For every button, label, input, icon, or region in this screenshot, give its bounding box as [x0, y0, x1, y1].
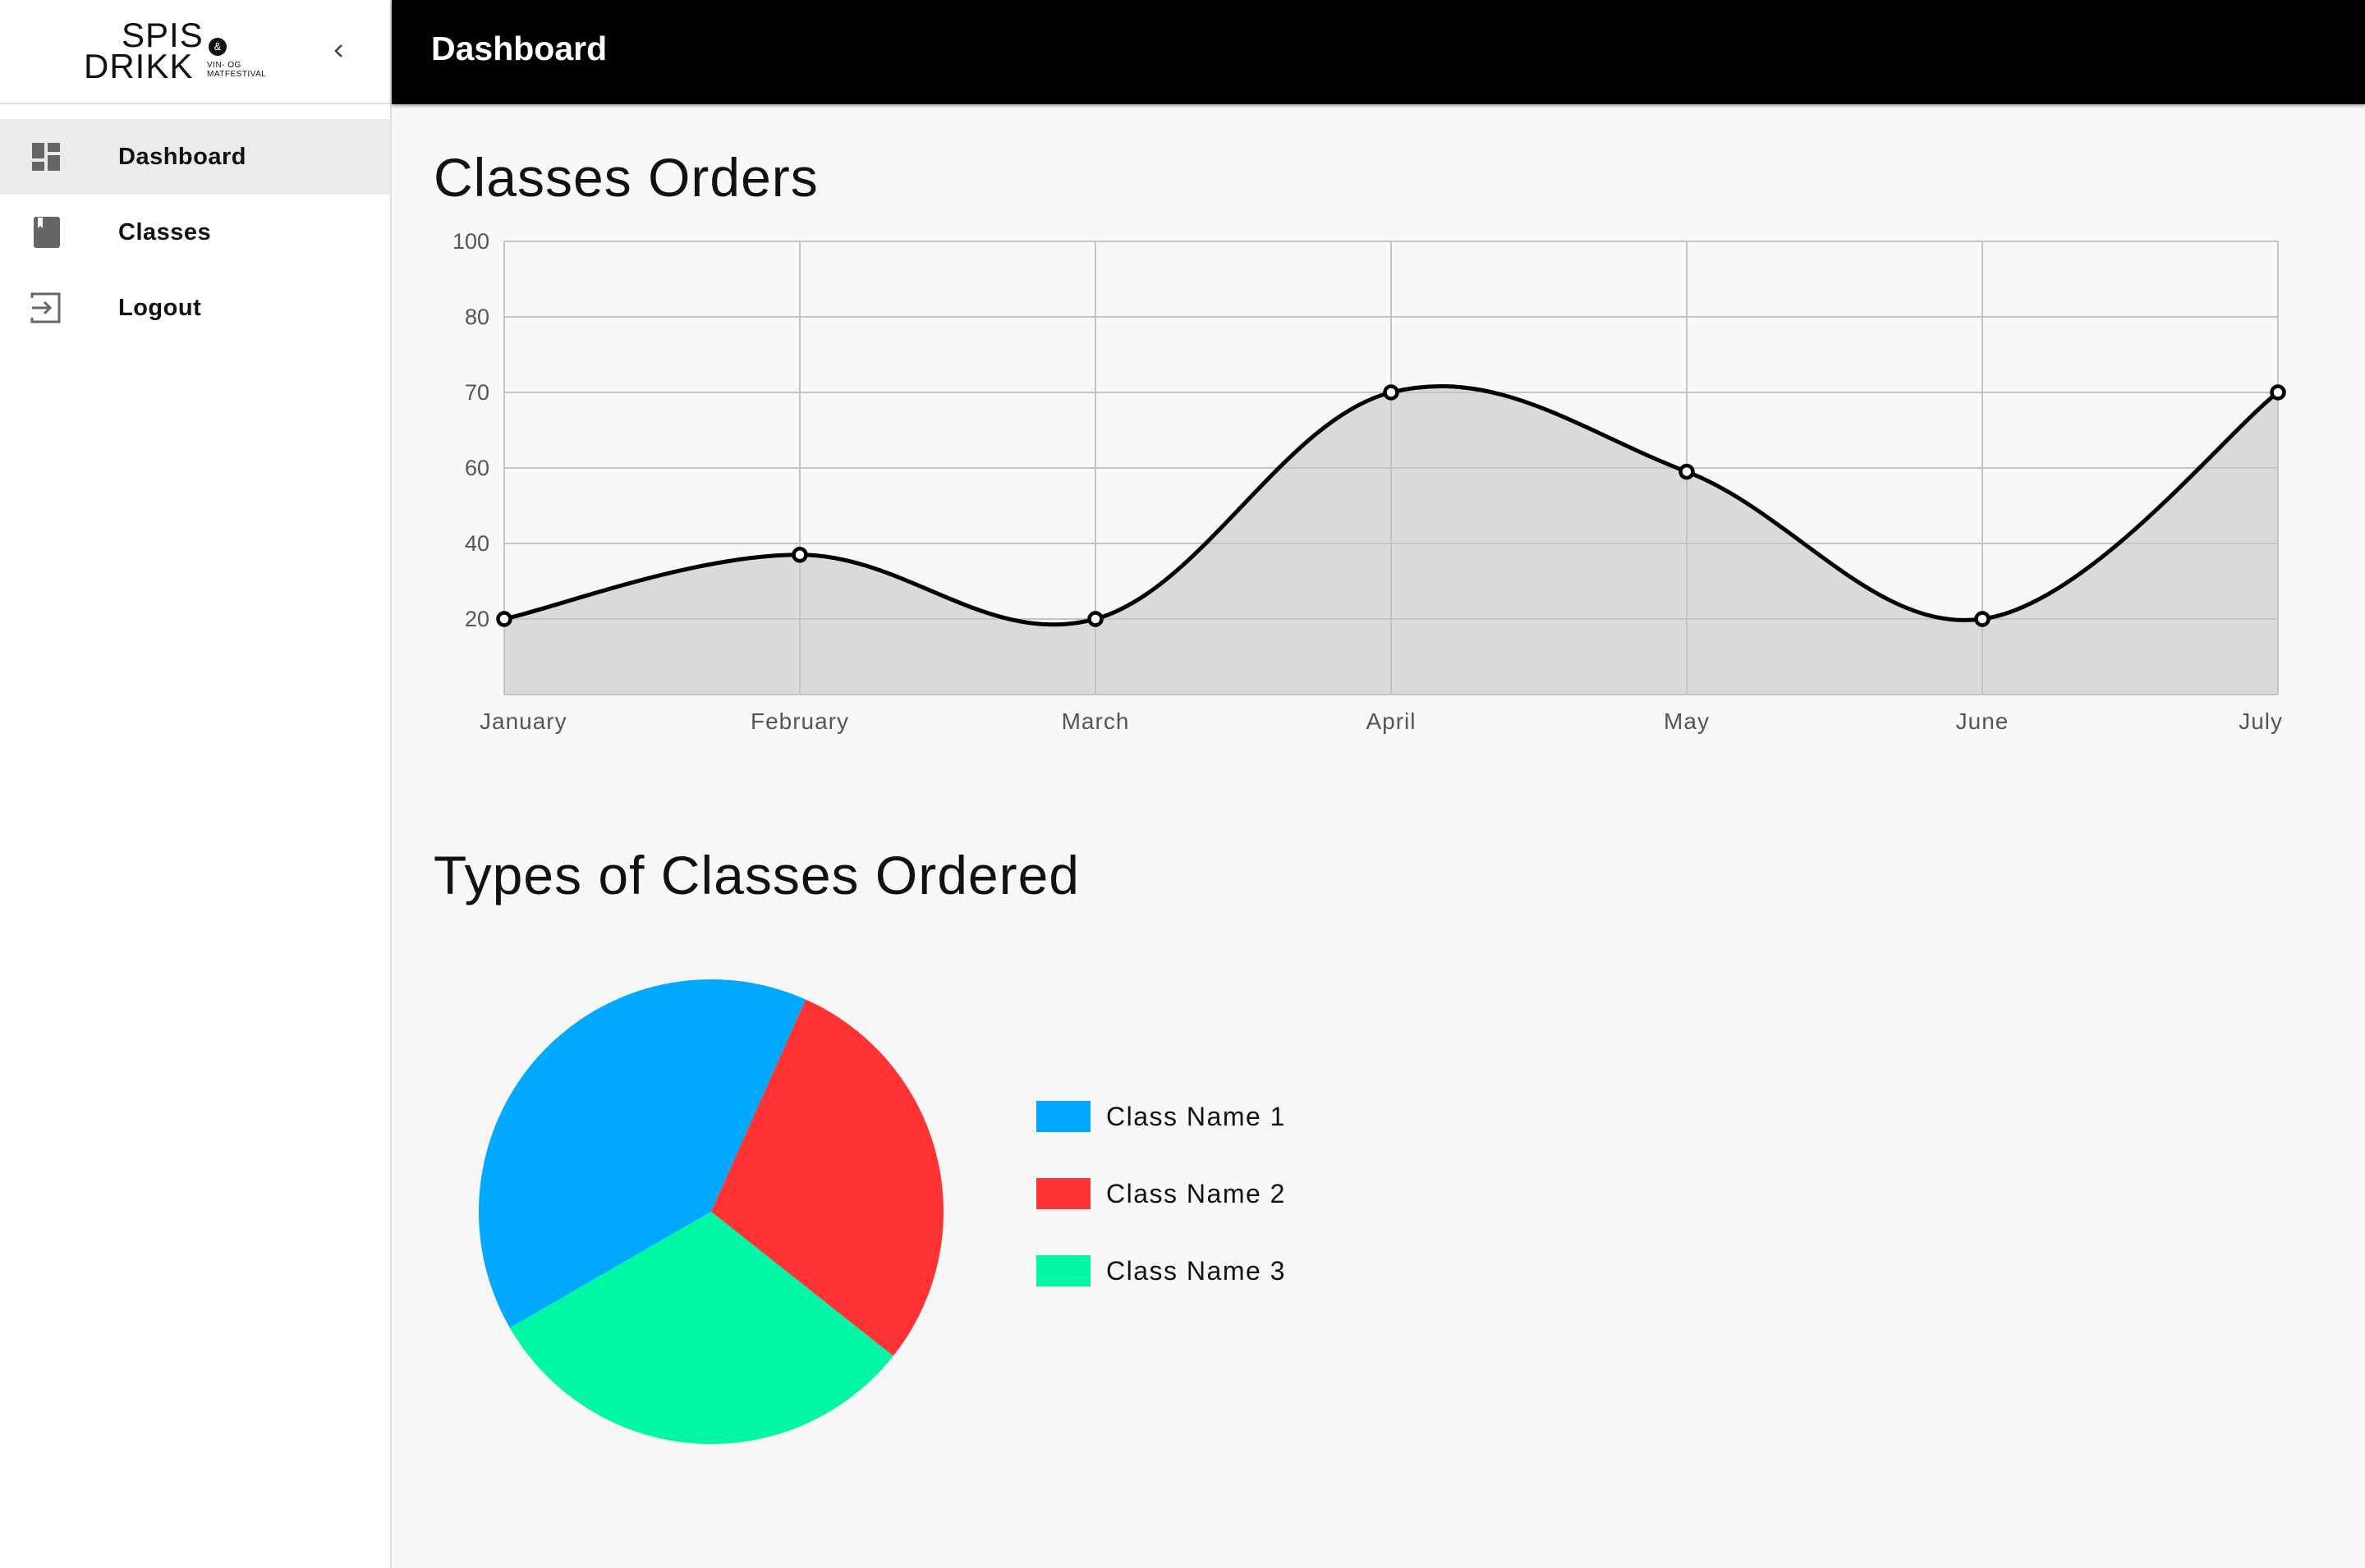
dashboard-icon [32, 143, 60, 171]
sidebar-item-label: Logout [118, 294, 202, 321]
brand-subtitle-line1: VIN- OG [207, 61, 241, 70]
legend-swatch [1036, 1255, 1091, 1286]
y-tick-label: 100 [452, 229, 489, 254]
data-point[interactable] [1678, 463, 1695, 480]
sidebar-item-classes[interactable]: Classes [0, 195, 390, 270]
sidebar: SPIS DRIKK & VIN- OG MATFESTIVAL Dashboa… [0, 0, 392, 1568]
data-point[interactable] [2270, 384, 2286, 401]
chevron-left-icon [334, 44, 342, 57]
orders-chart-title: Classes Orders [434, 147, 819, 208]
legend-item[interactable]: Class Name 1 [1036, 1100, 1286, 1133]
logout-icon [30, 292, 61, 323]
data-point[interactable] [496, 611, 512, 627]
types-pie-chart [479, 979, 944, 1444]
y-tick-label: 80 [465, 305, 489, 329]
brand-line2: DRIKK [84, 47, 194, 85]
legend-label: Class Name 2 [1106, 1178, 1286, 1208]
brand-logo[interactable]: SPIS DRIKK & VIN- OG MATFESTIVAL [82, 15, 287, 89]
y-tick-label: 20 [465, 607, 489, 631]
sidebar-item-logout[interactable]: Logout [0, 270, 390, 346]
x-tick-label: February [751, 708, 849, 734]
sidebar-nav: Dashboard Classes Logout [0, 119, 390, 346]
legend-swatch [1036, 1101, 1091, 1132]
y-tick-label: 40 [465, 531, 489, 556]
sidebar-header: SPIS DRIKK & VIN- OG MATFESTIVAL [0, 0, 392, 104]
brand-subtitle: VIN- OG MATFESTIVAL [207, 61, 281, 79]
x-tick-label: May [1664, 708, 1710, 734]
data-point[interactable] [1383, 384, 1399, 401]
y-tick-label: 60 [465, 456, 489, 480]
book-icon [34, 217, 60, 248]
x-tick-label: January [480, 708, 567, 734]
collapse-sidebar-button[interactable] [323, 34, 356, 67]
y-tick-label: 70 [465, 380, 489, 405]
app-bar: Dashboard [392, 0, 2365, 104]
page-title: Dashboard [431, 30, 608, 67]
sidebar-item-label: Dashboard [118, 143, 246, 170]
x-tick-label: June [1956, 708, 2009, 734]
brand-subtitle-line2: MATFESTIVAL [207, 70, 267, 79]
legend-item[interactable]: Class Name 3 [1036, 1254, 1286, 1287]
legend-label: Class Name 1 [1106, 1101, 1286, 1131]
data-point[interactable] [1087, 611, 1104, 627]
data-point[interactable] [1974, 611, 1991, 627]
legend-swatch [1036, 1178, 1091, 1209]
sidebar-item-label: Classes [118, 218, 212, 245]
brand-amp: & [209, 38, 227, 56]
sidebar-item-dashboard[interactable]: Dashboard [0, 119, 390, 195]
x-tick-label: July [2239, 708, 2283, 734]
x-tick-label: March [1062, 708, 1130, 734]
x-tick-label: April [1366, 708, 1416, 734]
orders-line-chart: 100 80 70 60 40 20 January February March April Ma… [452, 229, 2286, 734]
data-point[interactable] [792, 547, 808, 563]
types-chart-title: Types of Classes Ordered [434, 845, 1080, 905]
pie-legend: Class Name 1 Class Name 2 Class Name 3 [1036, 1100, 1529, 1297]
legend-label: Class Name 3 [1106, 1255, 1286, 1286]
legend-item[interactable]: Class Name 2 [1036, 1177, 1286, 1210]
